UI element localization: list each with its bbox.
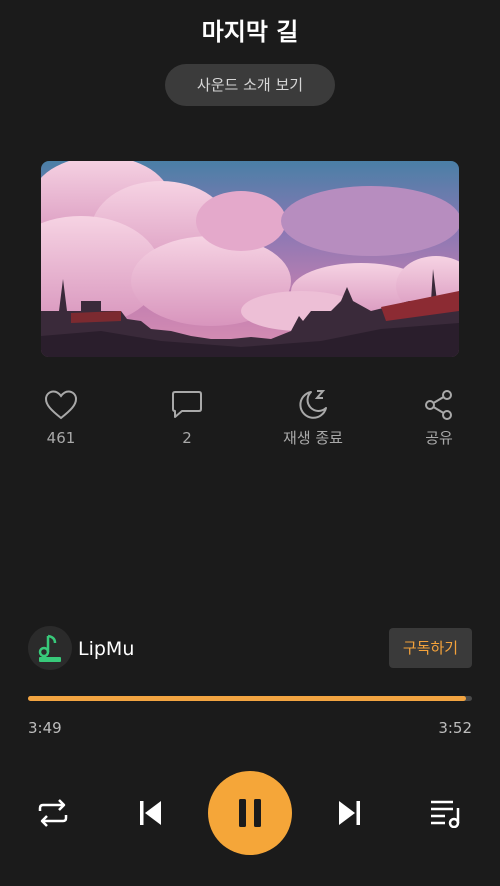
like-action[interactable]: 461 (16, 386, 106, 448)
sleep-timer-label: 재생 종료 (283, 429, 343, 447)
sound-intro-button[interactable]: 사운드 소개 보기 (165, 64, 335, 106)
previous-button[interactable] (130, 770, 170, 856)
share-action[interactable]: 공유 (394, 386, 484, 448)
share-label: 공유 (425, 429, 453, 447)
repeat-icon (38, 799, 68, 827)
comment-count: 2 (182, 429, 192, 447)
subscribe-button[interactable]: 구독하기 (389, 628, 472, 668)
next-icon (339, 801, 360, 825)
song-title: 마지막 길 (201, 18, 299, 46)
current-time: 3:49 (28, 719, 62, 737)
next-button[interactable] (330, 770, 370, 856)
cover-art (41, 161, 459, 357)
pause-button[interactable] (208, 771, 292, 855)
avatar[interactable] (28, 626, 72, 670)
player-controls (0, 770, 500, 856)
progress-fill (28, 696, 467, 701)
share-icon[interactable] (394, 386, 484, 424)
action-bar: 461 2 재생 종료 공유 (0, 386, 500, 456)
playlist-button[interactable] (424, 770, 468, 856)
like-count: 461 (46, 429, 76, 447)
total-time: 3:52 (438, 719, 472, 737)
playlist-icon (431, 800, 460, 828)
progress-bar[interactable] (28, 696, 472, 701)
pause-icon (239, 799, 261, 827)
previous-icon (140, 801, 161, 825)
artist-name[interactable]: LipMu (78, 637, 134, 661)
artist-row: LipMu 구독하기 (0, 626, 500, 672)
sleep-timer-action[interactable]: 재생 종료 (268, 386, 358, 448)
moon-sleep-icon[interactable] (268, 386, 358, 424)
lipmu-logo-icon (28, 626, 72, 670)
comment-action[interactable]: 2 (142, 386, 232, 448)
repeat-button[interactable] (32, 770, 74, 856)
comment-icon[interactable] (142, 386, 232, 424)
heart-icon[interactable] (16, 386, 106, 424)
